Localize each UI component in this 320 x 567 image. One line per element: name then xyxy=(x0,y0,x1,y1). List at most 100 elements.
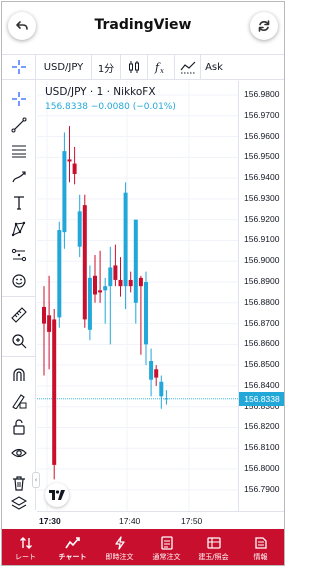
candle-body xyxy=(123,192,128,287)
candle-body xyxy=(52,319,57,465)
time-tick-label: 17:40 xyxy=(119,516,141,526)
rate-sort-icon xyxy=(19,536,32,549)
zoom-tool[interactable] xyxy=(8,330,30,352)
lock-draw-icon xyxy=(12,394,27,409)
zoom-icon xyxy=(12,334,27,349)
tradingview-logo-icon xyxy=(49,490,65,500)
candlestick-chart xyxy=(37,81,238,511)
crosshair-tool-button[interactable] xyxy=(2,55,36,79)
interval-selector[interactable]: 1分 xyxy=(92,55,121,79)
chart-pane[interactable]: USD/JPY · 1 · NikkoFX 156.8338 −0.0080 (… xyxy=(37,81,238,511)
price-axis[interactable]: 156.9800 156.9700 156.9600 156.9500 156.9400… xyxy=(238,81,284,511)
price-tick-label: 156.8600 xyxy=(244,338,280,349)
nav-normal-order[interactable]: 通常注文 xyxy=(143,529,190,565)
fib-icon xyxy=(12,145,26,158)
candle-body xyxy=(154,369,159,378)
eye-icon xyxy=(11,448,27,458)
compare-icon xyxy=(180,61,195,74)
ruler-tool[interactable] xyxy=(8,304,30,326)
lock-drawings-tool[interactable] xyxy=(8,390,30,412)
price-tick-label: 156.8900 xyxy=(244,276,280,287)
nav-label: レート xyxy=(15,552,36,561)
emoji-icon xyxy=(12,274,26,288)
trendline-tool[interactable] xyxy=(8,114,30,136)
lock-tool[interactable] xyxy=(8,416,30,438)
price-tick-label: 156.9400 xyxy=(244,172,280,183)
bottom-navigation: レート チャート 即時注文 通常注文 建玉/照会 情報 xyxy=(2,529,284,565)
candle-body xyxy=(118,279,123,287)
normal-order-icon xyxy=(160,535,173,550)
prediction-tool[interactable] xyxy=(8,244,30,266)
price-tick-label: 156.8800 xyxy=(244,296,280,307)
object-tree-tool[interactable] xyxy=(8,492,30,514)
price-change-legend: 156.8338 −0.0080 (−0.01%) xyxy=(45,102,176,112)
compare-button[interactable] xyxy=(175,55,201,79)
pattern-icon xyxy=(11,221,26,237)
ruler-icon xyxy=(11,307,27,323)
brush-tool[interactable] xyxy=(8,166,30,188)
candle-body xyxy=(93,275,97,295)
refresh-icon xyxy=(258,20,270,32)
candle-body xyxy=(62,151,67,233)
layers-icon xyxy=(11,496,27,510)
delete-tool[interactable] xyxy=(8,472,30,494)
toolbar-divider xyxy=(2,296,36,297)
nav-instant-order[interactable]: 即時注文 xyxy=(96,529,143,565)
refresh-button[interactable] xyxy=(250,12,278,40)
indicators-button[interactable]: f x xyxy=(148,55,175,79)
price-side-toggle[interactable]: Ask xyxy=(201,55,227,79)
crosshair-icon xyxy=(11,60,26,74)
candle-body xyxy=(164,398,169,400)
nav-positions[interactable]: 建玉/照会 xyxy=(190,529,237,565)
candle-body xyxy=(128,279,133,287)
candle-body xyxy=(103,286,108,291)
app-header: TradingView xyxy=(2,2,284,52)
price-tick-label: 156.9500 xyxy=(244,151,280,162)
tradingview-logo[interactable] xyxy=(45,483,69,507)
price-tick-label: 156.8000 xyxy=(244,463,280,474)
crosshair-tool[interactable] xyxy=(8,88,30,110)
nav-chart[interactable]: チャート xyxy=(49,529,96,565)
magnet-tool[interactable] xyxy=(8,364,30,386)
candle-body xyxy=(87,277,92,330)
symbol-selector[interactable]: USD/JPY xyxy=(36,55,92,79)
position-icon xyxy=(206,536,221,549)
time-axis[interactable]: 17:30 17:40 17:50 xyxy=(37,511,284,529)
crosshair-icon xyxy=(12,92,26,106)
current-price-label: 156.8338 xyxy=(239,391,284,406)
text-icon xyxy=(14,196,24,210)
candle-body xyxy=(138,277,143,287)
chart-type-button[interactable] xyxy=(121,55,148,79)
price-tick-label: 156.8200 xyxy=(244,421,280,432)
price-tick-label: 156.9800 xyxy=(244,89,280,99)
candle-body xyxy=(72,163,77,174)
candle-body xyxy=(133,219,138,303)
candle-body xyxy=(77,211,82,247)
candle-body xyxy=(42,306,46,324)
price-tick-label: 156.9700 xyxy=(244,109,280,120)
price-tick-label: 156.8100 xyxy=(244,442,280,453)
nav-label: 即時注文 xyxy=(105,552,134,561)
text-tool[interactable] xyxy=(8,192,30,214)
candle-body xyxy=(144,282,148,345)
pattern-tool[interactable] xyxy=(8,218,30,240)
time-tick-label: 17:30 xyxy=(39,516,61,526)
page-title: TradingView xyxy=(94,17,192,33)
candle-body xyxy=(98,290,103,293)
visibility-tool[interactable] xyxy=(8,442,30,464)
fx-indicator-icon: f x xyxy=(154,61,164,74)
magnet-icon xyxy=(13,368,25,381)
nav-info[interactable]: 情報 xyxy=(237,529,284,565)
trendline-icon xyxy=(11,117,27,133)
toolbar-divider xyxy=(2,356,36,357)
nav-rate[interactable]: レート xyxy=(2,529,49,565)
symbol-legend: USD/JPY · 1 · NikkoFX xyxy=(45,86,156,98)
nav-label: チャート xyxy=(58,552,87,561)
nav-label: 建玉/照会 xyxy=(198,552,229,561)
price-tick-label: 156.7900 xyxy=(244,483,280,494)
price-tick-label: 156.8500 xyxy=(244,359,280,370)
fib-tool[interactable] xyxy=(8,140,30,162)
nav-label: 通常注文 xyxy=(152,552,181,561)
instant-order-icon xyxy=(114,535,125,550)
emoji-tool[interactable] xyxy=(8,270,30,292)
